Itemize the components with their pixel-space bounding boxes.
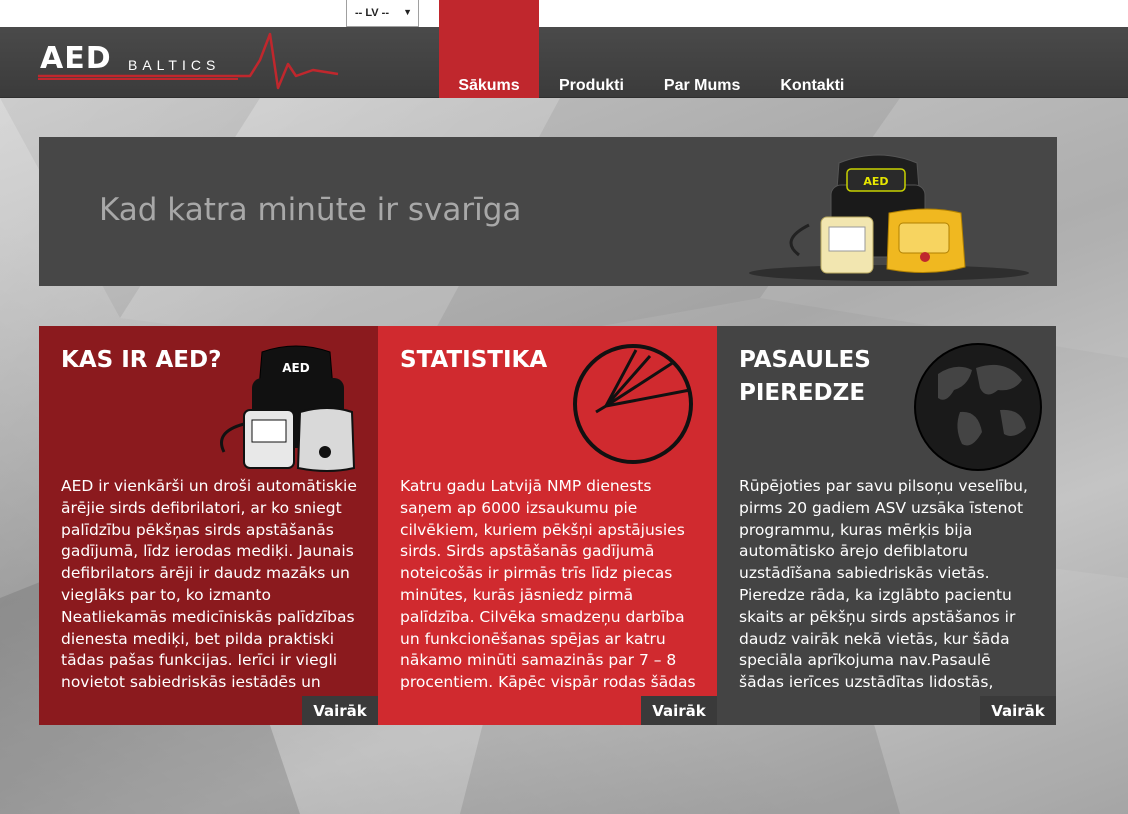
logo-primary-text: AED xyxy=(40,41,112,76)
nav-item-produkti[interactable]: Produkti xyxy=(539,75,644,97)
globe-icon xyxy=(914,343,1042,471)
nav-item-kontakti[interactable]: Kontakti xyxy=(760,75,864,97)
card-what-is-aed: KAS IR AED? AED AED ir vienkārši un droš… xyxy=(39,326,378,725)
hero-banner: Kad katra minūte ir svarīga AED xyxy=(39,137,1057,286)
card-title: PASAULES PIEREDZE xyxy=(739,347,871,406)
svg-text:AED: AED xyxy=(863,175,888,188)
language-select[interactable]: -- LV -- ▼ xyxy=(346,0,419,27)
main-navigation: Sākums Produkti Par Mums Kontakti xyxy=(439,75,864,97)
pie-chart-icon xyxy=(573,344,693,464)
card-text: AED ir vienkārši un droši automātiskie ā… xyxy=(61,477,357,696)
card-title: STATISTIKA xyxy=(400,347,548,373)
card-text: Rūpējoties par savu pilsoņu veselību, pi… xyxy=(739,477,1028,696)
card-text: Katru gadu Latvijā NMP dienests saņem ap… xyxy=(400,477,696,696)
nav-item-par-mums[interactable]: Par Mums xyxy=(644,75,760,97)
aed-device-image: AED xyxy=(749,154,1029,281)
more-button[interactable]: Vairāk xyxy=(980,696,1056,725)
svg-text:AED: AED xyxy=(282,361,309,375)
top-strip xyxy=(0,0,1128,27)
card-statistics: STATISTIKA Katru gadu Latvijā NMP dienes… xyxy=(378,326,717,725)
language-select-value: -- LV -- xyxy=(355,7,390,19)
nav-item-sakums[interactable]: Sākums xyxy=(439,75,539,97)
banner-title: Kad katra minūte ir svarīga xyxy=(99,192,522,228)
defibrillator-icon: AED xyxy=(220,345,356,472)
chevron-down-icon: ▼ xyxy=(403,7,412,17)
card-world-experience: PASAULES PIEREDZE Rūpējoties par savu pi… xyxy=(717,326,1056,725)
logo-secondary-text: BALTICS xyxy=(128,57,221,73)
more-button[interactable]: Vairāk xyxy=(302,696,378,725)
more-button[interactable]: Vairāk xyxy=(641,696,717,725)
site-logo[interactable]: AED BALTICS xyxy=(38,30,340,96)
